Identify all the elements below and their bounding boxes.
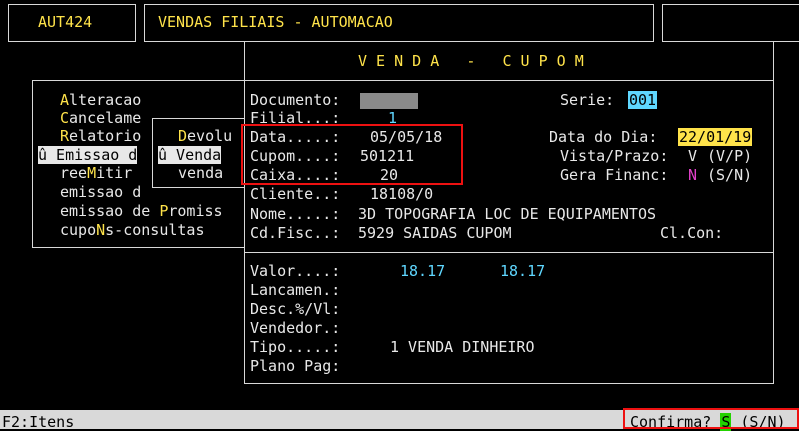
cdfisc-field[interactable]: 5929 SAIDAS CUPOM: [358, 224, 512, 242]
lancamen-label: Lancamen.:: [250, 281, 341, 299]
valor-label: Valor....:: [250, 262, 341, 280]
dialog-divider-bottom: [245, 252, 773, 253]
cliente-field[interactable]: 18108/0: [370, 185, 433, 203]
right-header-box: [662, 4, 799, 42]
documento-field[interactable]: [360, 91, 418, 109]
data-dia-field[interactable]: 22/01/19: [678, 128, 753, 146]
status-left: F2:Itens: [2, 413, 75, 431]
vista-prazo-hint: (V/P): [707, 147, 753, 165]
gera-financ-field[interactable]: N: [688, 166, 697, 184]
plano-pag-label: Plano Pag:: [250, 357, 341, 375]
submenu-item-devolucao[interactable]: Devolu: [178, 127, 232, 145]
menu-item-relatorio[interactable]: Relatorio: [60, 127, 141, 145]
serie-field[interactable]: 001: [628, 91, 658, 109]
vista-prazo-field[interactable]: V: [688, 147, 697, 165]
menu-item-emissao-2[interactable]: emissao d: [60, 183, 141, 201]
menu-item-emissao-promiss[interactable]: emissao de Promiss: [60, 202, 223, 220]
menu-item-cancelamento[interactable]: Cancelame: [60, 109, 141, 127]
vendedor-label: Vendedor.:: [250, 319, 341, 337]
clcon-label: Cl.Con:: [660, 224, 724, 242]
valor-field-2[interactable]: 18.17: [500, 262, 545, 280]
window-title: VENDAS FILIAIS - AUTOMACAO: [158, 13, 393, 31]
menu-item-cupons-consultas[interactable]: cupoNs-consultas: [60, 221, 205, 239]
menu-item-emissao[interactable]: û Emissao d: [38, 146, 138, 164]
cliente-label: Cliente..:: [250, 185, 341, 203]
serie-label: Serie:: [560, 91, 615, 109]
gera-financ-label: Gera Financ:: [560, 166, 669, 184]
menu-item-reemitir[interactable]: reeMitir: [60, 164, 132, 182]
nome-field[interactable]: 3D TOPOGRAFIA LOC DE EQUIPAMENTOS: [358, 205, 656, 223]
data-dia-label: Data do Dia:: [549, 128, 658, 146]
desc-label: Desc.%/Vl:: [250, 300, 341, 318]
gera-financ-hint: (S/N): [707, 166, 753, 184]
valor-field-1[interactable]: 18.17: [400, 262, 445, 280]
tipo-label: Tipo.....:: [250, 338, 341, 356]
documento-label: Documento:: [250, 91, 341, 109]
highlight-confirm: [623, 408, 799, 429]
nome-label: Nome.....:: [250, 205, 341, 223]
app-code: AUT424: [38, 13, 93, 31]
submenu-item-venda-2[interactable]: venda: [178, 164, 223, 182]
dialog-title: V E N D A - C U P O M: [358, 52, 584, 70]
submenu-item-venda[interactable]: û Venda: [158, 146, 222, 164]
menu-item-alteracao[interactable]: Alteracao: [60, 91, 141, 109]
tipo-field[interactable]: 1 VENDA DINHEIRO: [390, 338, 535, 356]
highlight-data-cupom-caixa: [241, 124, 463, 185]
cdfisc-label: Cd.Fisc..:: [250, 224, 341, 242]
vista-prazo-label: Vista/Prazo:: [560, 147, 669, 165]
dialog-divider-top: [245, 80, 773, 81]
